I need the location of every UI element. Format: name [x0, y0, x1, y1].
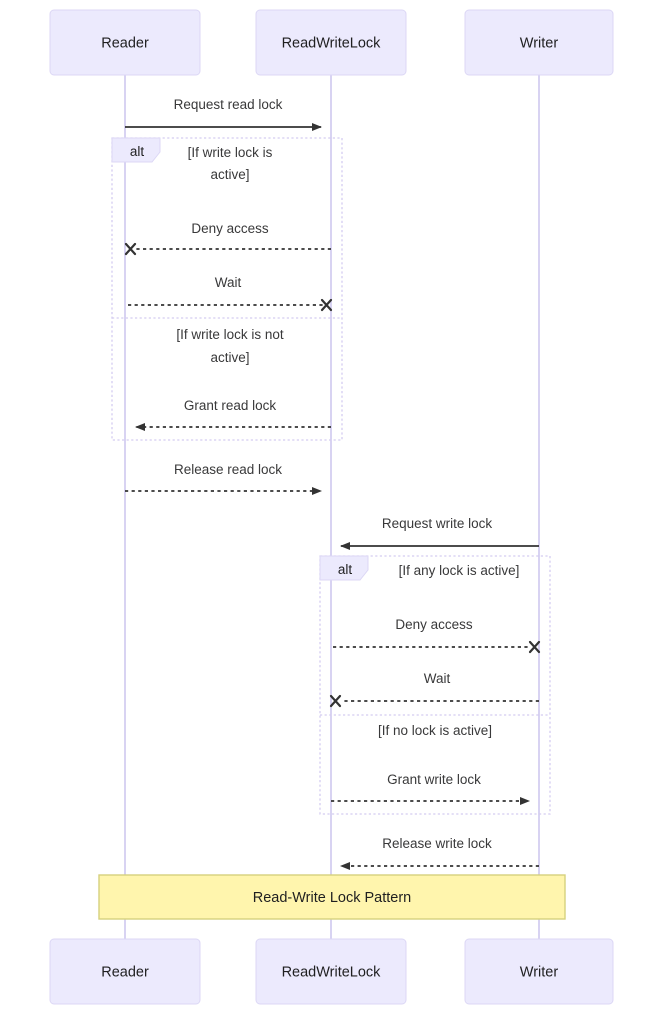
- alt-condition-read-branch1-line1: [If write lock is: [188, 145, 273, 160]
- alt-keyword-read: alt: [130, 144, 145, 159]
- message-label-deny-access-write: Deny access: [395, 617, 473, 632]
- participant-label-writer-bottom: Writer: [520, 964, 559, 980]
- message-label-wait-write: Wait: [424, 671, 451, 686]
- participant-label-readwritelock-top: ReadWriteLock: [282, 35, 382, 51]
- cross-marker-deny-access-write: [528, 640, 541, 654]
- message-grant-read-lock: Grant read lock: [135, 398, 331, 431]
- alt-condition-read-branch2-line1: [If write lock is not: [176, 327, 284, 342]
- alt-keyword-write: alt: [338, 562, 353, 577]
- alt-condition-write-branch1: [If any lock is active]: [399, 563, 520, 578]
- participant-label-reader-top: Reader: [101, 35, 149, 51]
- message-label-release-read-lock: Release read lock: [174, 462, 282, 477]
- lifelines: [124, 75, 540, 939]
- message-release-read-lock: Release read lock: [125, 462, 322, 495]
- participant-reader-bottom[interactable]: Reader: [49, 938, 201, 1005]
- participant-label-readwritelock-bottom: ReadWriteLock: [282, 964, 382, 980]
- sequence-diagram-canvas: Reader ReadWriteLock Writer Request read…: [0, 0, 665, 1015]
- alt-condition-write-branch2: [If no lock is active]: [378, 723, 492, 738]
- participant-readwritelock-bottom[interactable]: ReadWriteLock: [255, 938, 407, 1005]
- participant-label-writer-top: Writer: [520, 35, 559, 51]
- message-request-read-lock: Request read lock: [125, 97, 322, 131]
- note-label-text: Read-Write Lock Pattern: [253, 890, 412, 906]
- participant-writer-top[interactable]: Writer: [464, 9, 614, 76]
- cross-marker-wait-write: [329, 694, 342, 708]
- participant-writer-bottom[interactable]: Writer: [464, 938, 614, 1005]
- message-label-wait-read: Wait: [215, 275, 242, 290]
- participants-top: Reader ReadWriteLock Writer: [49, 9, 614, 76]
- message-grant-write-lock: Grant write lock: [331, 772, 530, 805]
- note-read-write-lock-pattern[interactable]: Read-Write Lock Pattern: [98, 874, 566, 920]
- message-release-write-lock: Release write lock: [340, 836, 539, 870]
- alt-condition-read-branch2-line2: active]: [210, 350, 249, 365]
- message-deny-access-read: Deny access: [124, 221, 331, 256]
- message-label-grant-write-lock: Grant write lock: [387, 772, 481, 787]
- participant-reader-top[interactable]: Reader: [49, 9, 201, 76]
- message-wait-write: Wait: [329, 671, 539, 708]
- cross-marker-deny-access-read: [124, 242, 137, 256]
- cross-marker-wait-read: [320, 298, 333, 312]
- message-wait-read: Wait: [128, 275, 333, 312]
- message-label-request-read-lock: Request read lock: [174, 97, 283, 112]
- participant-label-reader-bottom: Reader: [101, 964, 149, 980]
- participant-readwritelock-top[interactable]: ReadWriteLock: [255, 9, 407, 76]
- sequence-diagram-svg: Reader ReadWriteLock Writer Request read…: [49, 9, 614, 1005]
- alt-condition-read-branch1-line2: active]: [210, 167, 249, 182]
- message-deny-access-write: Deny access: [333, 617, 541, 654]
- participants-bottom: Reader ReadWriteLock Writer: [49, 938, 614, 1005]
- message-label-release-write-lock: Release write lock: [382, 836, 492, 851]
- message-label-request-write-lock: Request write lock: [382, 516, 493, 531]
- message-request-write-lock: Request write lock: [340, 516, 539, 550]
- message-label-grant-read-lock: Grant read lock: [184, 398, 277, 413]
- message-label-deny-access-read: Deny access: [191, 221, 269, 236]
